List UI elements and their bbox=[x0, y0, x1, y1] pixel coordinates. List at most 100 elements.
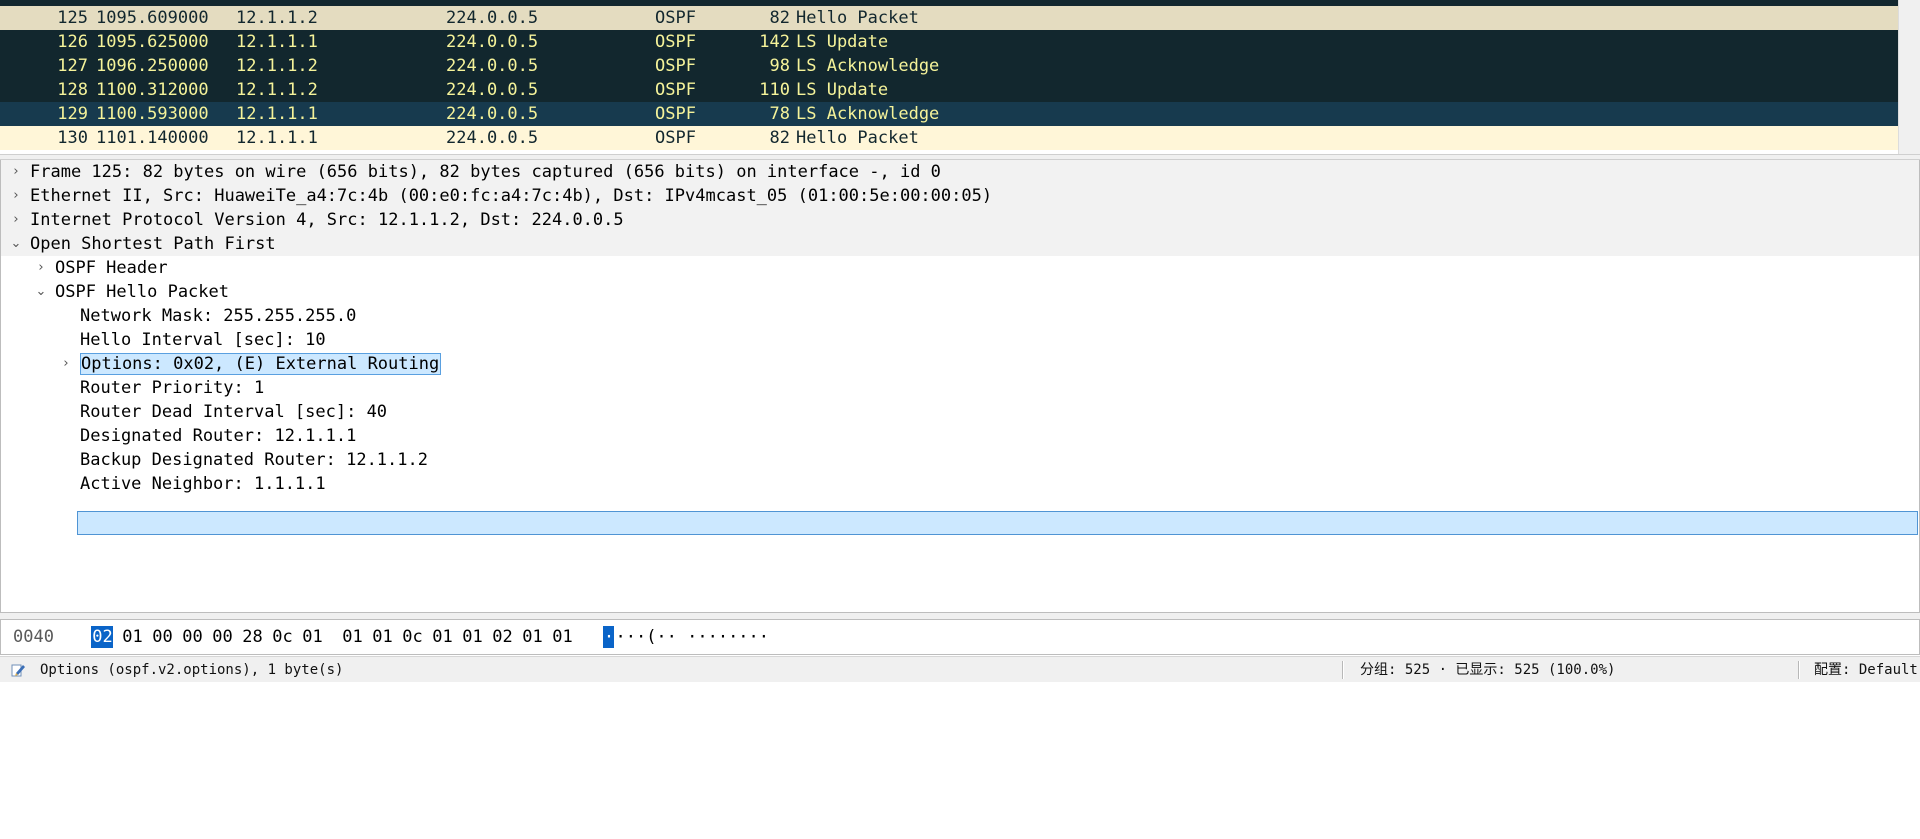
packet-row[interactable]: 125 1095.609000 12.1.1.2 224.0.0.5 OSPF 82 Hel… bbox=[0, 6, 1898, 30]
hex-byte[interactable]: 02 bbox=[491, 620, 513, 654]
tree-item[interactable]: Router Dead Interval [sec]: 40 bbox=[1, 400, 1919, 424]
packet-cell-len: 82 bbox=[769, 128, 790, 148]
tree-item[interactable]: Backup Designated Router: 12.1.1.2 bbox=[1, 448, 1919, 472]
hex-byte[interactable]: 01 bbox=[431, 620, 453, 654]
packet-cell-len: 110 bbox=[759, 80, 790, 100]
tree-item[interactable]: › Internet Protocol Version 4, Src: 12.1.… bbox=[1, 208, 1919, 232]
edit-icon[interactable] bbox=[10, 662, 26, 678]
tree-item[interactable]: › Options: 0x02, (E) External Routing bbox=[1, 352, 1919, 376]
packet-cell-len: 142 bbox=[759, 32, 790, 52]
tree-item-label: Active Neighbor: 1.1.1.1 bbox=[80, 474, 326, 494]
tree-item[interactable]: Hello Interval [sec]: 10 bbox=[1, 328, 1919, 352]
packet-cell-time: 1096.250000 bbox=[96, 56, 209, 76]
tree-item-label: Hello Interval [sec]: 10 bbox=[80, 330, 326, 350]
tree-item[interactable]: Network Mask: 255.255.255.0 bbox=[1, 304, 1919, 328]
packet-cell-src: 12.1.1.1 bbox=[236, 128, 318, 148]
hex-byte[interactable]: 0c bbox=[401, 620, 423, 654]
packet-cell-no: 126 bbox=[57, 32, 88, 52]
tree-item-label: Backup Designated Router: 12.1.1.2 bbox=[80, 450, 428, 470]
tree-item[interactable]: Active Neighbor: 1.1.1.1 bbox=[1, 472, 1919, 496]
packet-cell-len: 78 bbox=[769, 104, 790, 124]
expand-arrow-icon[interactable]: › bbox=[9, 208, 23, 232]
collapse-arrow-icon[interactable]: ⌄ bbox=[34, 280, 48, 304]
hex-byte-selected[interactable]: 02 bbox=[91, 626, 114, 648]
ascii-byte-selected[interactable]: · bbox=[603, 626, 615, 648]
packet-cell-info: Hello Packet bbox=[796, 8, 919, 28]
packet-cell-proto: OSPF bbox=[655, 80, 696, 100]
packet-cell-dst: 224.0.0.5 bbox=[446, 32, 539, 52]
packet-cell-time: 1100.312000 bbox=[96, 80, 209, 100]
packet-row[interactable]: 129 1100.593000 12.1.1.1 224.0.0.5 OSPF 78 LS … bbox=[0, 102, 1898, 126]
packet-cell-proto: OSPF bbox=[655, 128, 696, 148]
packet-cell-len: 82 bbox=[769, 8, 790, 28]
tree-item[interactable]: ⌄ Open Shortest Path First bbox=[1, 232, 1919, 256]
packet-cell-no: 125 bbox=[57, 8, 88, 28]
packet-cell-src: 12.1.1.2 bbox=[236, 8, 318, 28]
status-field-info: Options (ospf.v2.options), 1 byte(s) bbox=[40, 662, 344, 678]
packet-cell-src: 12.1.1.1 bbox=[236, 32, 318, 52]
packet-cell-no: 128 bbox=[57, 80, 88, 100]
hex-byte[interactable]: 01 bbox=[121, 620, 143, 654]
hex-byte[interactable]: 0c bbox=[271, 620, 293, 654]
hex-byte[interactable]: 01 bbox=[461, 620, 483, 654]
tree-item-label: Designated Router: 12.1.1.1 bbox=[80, 426, 357, 446]
hex-byte[interactable]: 00 bbox=[181, 620, 203, 654]
packet-cell-time: 1100.593000 bbox=[96, 104, 209, 124]
status-packet-counts: 分组: 525 · 已显示: 525 (100.0%) bbox=[1360, 662, 1616, 678]
packet-row[interactable]: 130 1101.140000 12.1.1.1 224.0.0.5 OSPF 82 Hel… bbox=[0, 126, 1898, 150]
tree-item[interactable]: › OSPF Header bbox=[1, 256, 1919, 280]
tree-item-label: Open Shortest Path First bbox=[30, 234, 276, 254]
tree-item-label: Options: 0x02, (E) External Routing bbox=[80, 353, 442, 375]
hex-byte[interactable]: 00 bbox=[151, 620, 173, 654]
status-separator bbox=[1798, 661, 1800, 679]
packet-cell-info: LS Acknowledge bbox=[796, 56, 940, 76]
tree-item-label: Router Priority: 1 bbox=[80, 378, 265, 398]
packet-cell-proto: OSPF bbox=[655, 104, 696, 124]
packet-cell-no: 130 bbox=[57, 128, 88, 148]
packet-list[interactable]: 125 1095.609000 12.1.1.2 224.0.0.5 OSPF 82 Hel… bbox=[0, 0, 1920, 154]
hex-byte[interactable]: 01 bbox=[371, 620, 393, 654]
expand-arrow-icon[interactable]: › bbox=[9, 184, 23, 208]
packet-bytes-pane[interactable]: 0040 02 01 00 00 00 28 0c 01 01 01 0c 01 01 02 01 01 · ··… bbox=[0, 619, 1920, 655]
tree-item[interactable]: › Frame 125: 82 bytes on wire (656 bits),… bbox=[1, 160, 1919, 184]
tree-item[interactable]: ⌄ OSPF Hello Packet bbox=[1, 280, 1919, 304]
packet-cell-src: 12.1.1.2 bbox=[236, 80, 318, 100]
expand-arrow-icon[interactable]: › bbox=[34, 256, 48, 280]
status-profile[interactable]: 配置: Default bbox=[1814, 657, 1918, 683]
tree-item-label: OSPF Hello Packet bbox=[55, 282, 229, 302]
status-bar: Options (ospf.v2.options), 1 byte(s) 分组:… bbox=[0, 656, 1920, 682]
selected-row-highlight bbox=[77, 511, 1918, 535]
packet-row[interactable]: 126 1095.625000 12.1.1.1 224.0.0.5 OSPF 142 LS… bbox=[0, 30, 1898, 54]
packet-cell-src: 12.1.1.1 bbox=[236, 104, 318, 124]
packet-row[interactable]: 128 1100.312000 12.1.1.2 224.0.0.5 OSPF 110 LS… bbox=[0, 78, 1898, 102]
packet-cell-proto: OSPF bbox=[655, 56, 696, 76]
status-separator bbox=[1342, 661, 1344, 679]
hex-byte[interactable]: 28 bbox=[241, 620, 263, 654]
packet-cell-dst: 224.0.0.5 bbox=[446, 128, 539, 148]
packet-cell-no: 127 bbox=[57, 56, 88, 76]
tree-item-label: Ethernet II, Src: HuaweiTe_a4:7c:4b (00:… bbox=[30, 186, 993, 206]
ascii-bytes[interactable]: ···(·· ········ bbox=[615, 620, 769, 654]
tree-item-label: Router Dead Interval [sec]: 40 bbox=[80, 402, 388, 422]
tree-item[interactable]: Router Priority: 1 bbox=[1, 376, 1919, 400]
expand-arrow-icon[interactable]: › bbox=[9, 160, 23, 184]
packet-row[interactable]: 127 1096.250000 12.1.1.2 224.0.0.5 OSPF 98 LS … bbox=[0, 54, 1898, 78]
byte-offset: 0040 bbox=[13, 627, 54, 647]
packet-cell-no: 129 bbox=[57, 104, 88, 124]
hex-byte[interactable]: 00 bbox=[211, 620, 233, 654]
collapse-arrow-icon[interactable]: ⌄ bbox=[9, 232, 23, 256]
hex-byte[interactable]: 01 bbox=[341, 620, 363, 654]
packet-cell-info: LS Update bbox=[796, 32, 889, 52]
hex-byte[interactable]: 01 bbox=[301, 620, 323, 654]
tree-item[interactable]: Designated Router: 12.1.1.1 bbox=[1, 424, 1919, 448]
hex-byte[interactable]: 01 bbox=[551, 620, 573, 654]
expand-arrow-icon[interactable]: › bbox=[59, 352, 73, 376]
packet-list-scrollbar[interactable] bbox=[1898, 0, 1920, 154]
tree-item-label: Frame 125: 82 bytes on wire (656 bits), … bbox=[30, 162, 941, 182]
hex-byte[interactable]: 01 bbox=[521, 620, 543, 654]
packet-cell-dst: 224.0.0.5 bbox=[446, 56, 539, 76]
tree-item[interactable]: › Ethernet II, Src: HuaweiTe_a4:7c:4b (00… bbox=[1, 184, 1919, 208]
packet-cell-info: LS Acknowledge bbox=[796, 104, 940, 124]
packet-details-tree[interactable]: › Frame 125: 82 bytes on wire (656 bits),… bbox=[0, 160, 1920, 613]
packet-cell-src: 12.1.1.2 bbox=[236, 56, 318, 76]
